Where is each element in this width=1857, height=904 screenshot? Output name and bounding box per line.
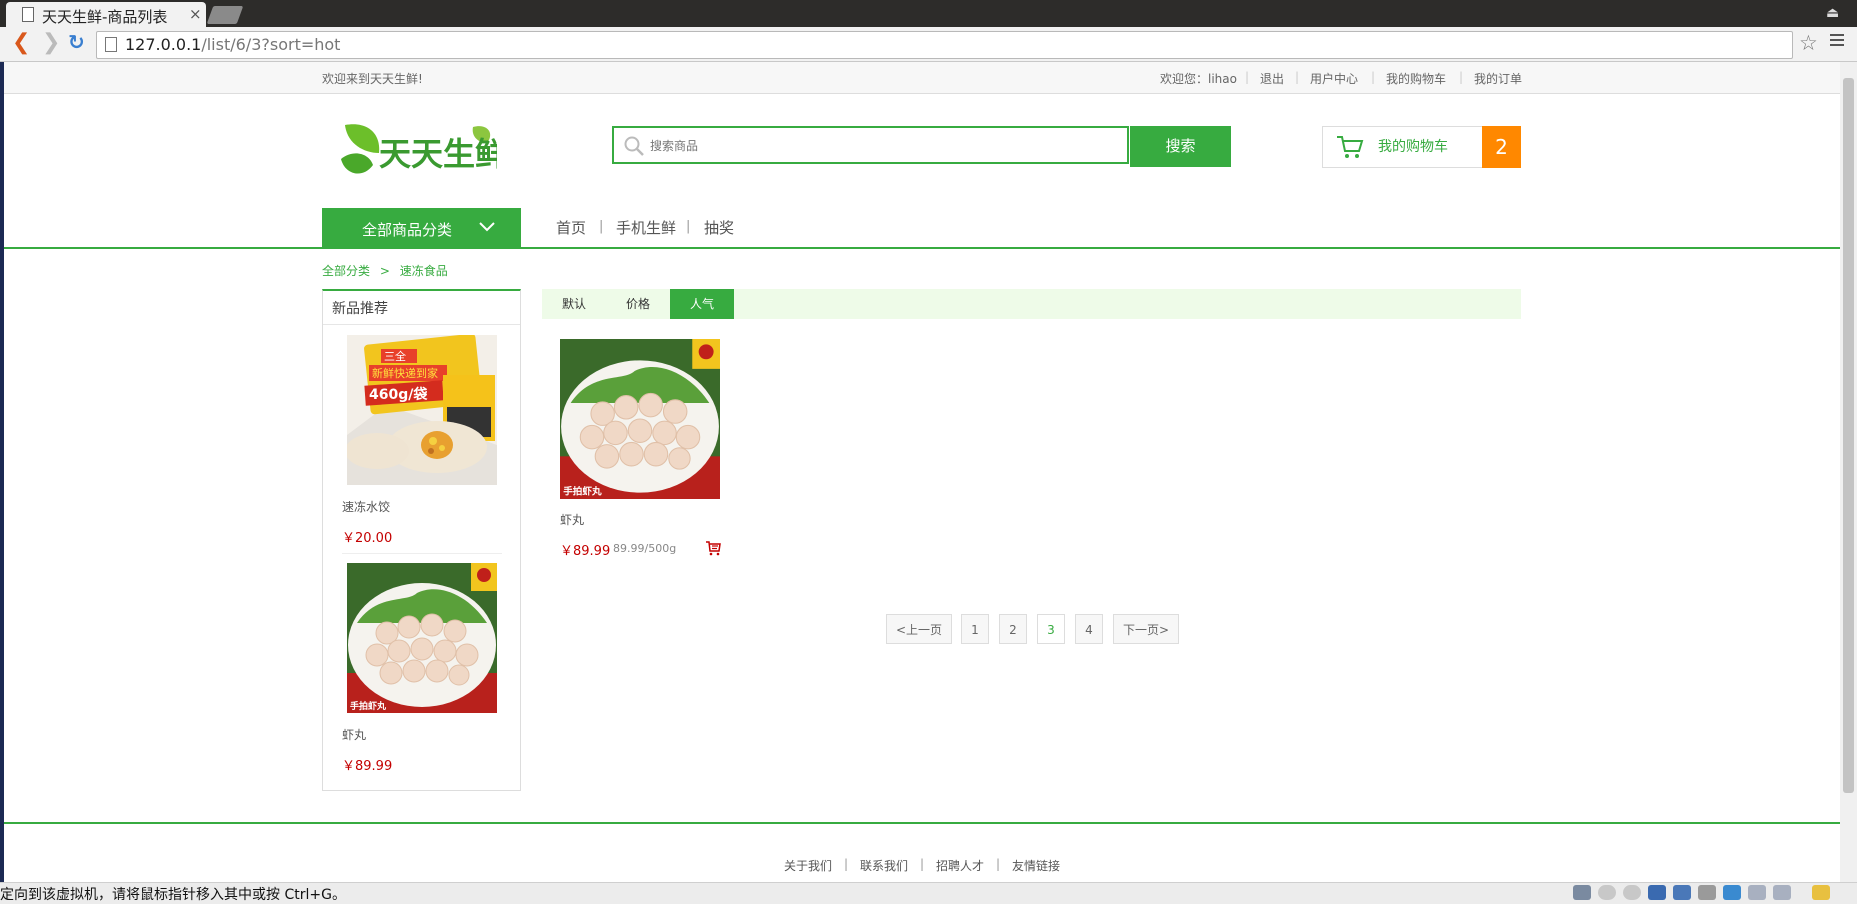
nav-separator: | bbox=[686, 219, 691, 234]
breadcrumb-root[interactable]: 全部分类 bbox=[322, 264, 370, 278]
cart-label[interactable]: 我的购物车 bbox=[1378, 136, 1448, 156]
search-field bbox=[612, 126, 1129, 164]
reload-icon[interactable]: ↻ bbox=[68, 30, 85, 54]
network-icon[interactable] bbox=[1673, 885, 1691, 900]
product-name[interactable]: 虾丸 bbox=[560, 511, 584, 528]
nav-lottery-link[interactable]: 抽奖 bbox=[704, 217, 734, 238]
svg-text:手拍虾丸: 手拍虾丸 bbox=[563, 486, 602, 498]
header-separator: | bbox=[1459, 70, 1464, 84]
message-icon[interactable] bbox=[1812, 885, 1830, 900]
sidebar-item-divider bbox=[342, 553, 502, 554]
nav-divider bbox=[4, 247, 1840, 249]
svg-text:新鲜快递到家: 新鲜快递到家 bbox=[372, 366, 438, 380]
page-icon bbox=[105, 37, 117, 52]
browser-tab[interactable]: 天天生鲜-商品列表 × bbox=[6, 2, 206, 27]
window-menu-icon[interactable]: ⏏ bbox=[1826, 5, 1839, 21]
product-image-shrimp-balls[interactable]: 手拍虾丸 bbox=[560, 339, 720, 499]
forward-arrow-icon[interactable]: ❯ bbox=[42, 30, 60, 55]
footer-about-link[interactable]: 关于我们 bbox=[784, 857, 832, 874]
tab-title: 天天生鲜-商品列表 bbox=[42, 8, 168, 26]
usb-icon[interactable] bbox=[1748, 885, 1766, 900]
tab-close-icon[interactable]: × bbox=[189, 5, 202, 23]
sidebar-product-price: ￥20.00 bbox=[342, 531, 393, 546]
cart-icon bbox=[1336, 134, 1364, 160]
page-3-button[interactable]: 3 bbox=[1037, 614, 1065, 644]
svg-text:手拍虾丸: 手拍虾丸 bbox=[350, 700, 387, 712]
page-icon bbox=[22, 7, 34, 22]
sort-price-tab[interactable]: 价格 bbox=[606, 289, 670, 319]
breadcrumb-separator: > bbox=[379, 264, 390, 278]
cd-icon[interactable] bbox=[1623, 885, 1641, 900]
page-viewport bbox=[4, 62, 1840, 882]
sort-default-tab[interactable]: 默认 bbox=[542, 289, 606, 319]
my-cart-link[interactable]: 我的购物车 bbox=[1386, 70, 1446, 87]
breadcrumb: 全部分类 > 速冻食品 bbox=[322, 262, 448, 279]
my-orders-link[interactable]: 我的订单 bbox=[1474, 70, 1522, 87]
nav-mobile-fresh-link[interactable]: 手机生鲜 bbox=[616, 217, 676, 238]
usb-icon[interactable] bbox=[1773, 885, 1791, 900]
header-separator: | bbox=[1371, 70, 1376, 84]
all-categories-label: 全部商品分类 bbox=[362, 221, 453, 239]
bookmark-star-icon[interactable]: ☆ bbox=[1799, 31, 1818, 55]
logout-link[interactable]: 退出 bbox=[1260, 70, 1284, 87]
prev-page-button[interactable]: <上一页 bbox=[886, 614, 952, 644]
cd-icon[interactable] bbox=[1598, 885, 1616, 900]
footer-divider bbox=[4, 822, 1840, 824]
browser-tab-strip bbox=[0, 0, 1857, 27]
url-text: 127.0.0.1/list/6/3?sort=hot bbox=[125, 35, 341, 54]
audio-icon[interactable] bbox=[1723, 885, 1741, 900]
footer-separator: | bbox=[844, 857, 849, 871]
footer-contact-link[interactable]: 联系我们 bbox=[860, 857, 908, 874]
site-top-bar bbox=[4, 62, 1840, 94]
product-price: ￥89.99 bbox=[560, 544, 611, 559]
back-arrow-icon[interactable]: ❮ bbox=[12, 30, 30, 55]
sidebar-product-name[interactable]: 虾丸 bbox=[342, 726, 366, 743]
user-greeting: 欢迎您：lihao bbox=[1160, 72, 1237, 86]
sidebar-product-name[interactable]: 速冻水饺 bbox=[342, 498, 390, 515]
product-image-shrimp-balls[interactable]: 手拍虾丸 bbox=[347, 563, 497, 713]
address-bar[interactable]: 127.0.0.1/list/6/3?sort=hot bbox=[96, 31, 1793, 59]
floppy-icon[interactable] bbox=[1648, 885, 1666, 900]
new-products-title: 新品推荐 bbox=[332, 301, 388, 317]
page-1-button[interactable]: 1 bbox=[961, 614, 989, 644]
search-button[interactable]: 搜索 bbox=[1130, 126, 1231, 167]
footer-links-link[interactable]: 友情链接 bbox=[1012, 857, 1060, 874]
add-to-cart-icon[interactable] bbox=[705, 540, 721, 556]
page-4-button[interactable]: 4 bbox=[1075, 614, 1103, 644]
breadcrumb-current[interactable]: 速冻食品 bbox=[400, 264, 448, 278]
logo-text: 天天生鲜 bbox=[379, 135, 497, 173]
svg-text:460g/袋: 460g/袋 bbox=[369, 386, 428, 403]
search-input[interactable] bbox=[648, 134, 1112, 158]
welcome-text: 欢迎来到天天生鲜! bbox=[322, 72, 423, 86]
product-image-dumplings[interactable]: 三全 新鲜快递到家 460g/袋 bbox=[347, 335, 497, 485]
footer-careers-link[interactable]: 招聘人才 bbox=[936, 857, 984, 874]
footer-separator: | bbox=[920, 857, 925, 871]
scrollbar-thumb[interactable] bbox=[1843, 78, 1854, 793]
panel-divider bbox=[323, 324, 520, 325]
sort-popularity-tab[interactable]: 人气 bbox=[670, 289, 734, 319]
cart-count-badge: 2 bbox=[1482, 126, 1521, 168]
chevron-down-icon bbox=[478, 220, 496, 234]
footer-separator: | bbox=[996, 857, 1001, 871]
user-center-link[interactable]: 用户中心 bbox=[1310, 70, 1358, 87]
vm-status-text: 定向到该虚拟机，请将鼠标指针移入其中或按 Ctrl+G。 bbox=[0, 887, 346, 903]
printer-icon[interactable] bbox=[1698, 885, 1716, 900]
search-icon bbox=[622, 134, 646, 158]
browser-menu-icon[interactable] bbox=[1830, 34, 1844, 49]
site-logo[interactable]: 天天生鲜 bbox=[337, 119, 497, 183]
nav-separator: | bbox=[599, 219, 604, 234]
nav-home-link[interactable]: 首页 bbox=[556, 217, 586, 238]
all-categories-button[interactable]: 全部商品分类 bbox=[322, 208, 521, 249]
header-separator: | bbox=[1245, 70, 1250, 84]
header-separator: | bbox=[1295, 70, 1300, 84]
hdd-icon[interactable] bbox=[1573, 885, 1591, 900]
sidebar-product-price: ￥89.99 bbox=[342, 759, 393, 774]
page-2-button[interactable]: 2 bbox=[999, 614, 1027, 644]
product-unit-price: 89.99/500g bbox=[613, 542, 677, 555]
next-page-button[interactable]: 下一页> bbox=[1113, 614, 1179, 644]
svg-text:三全: 三全 bbox=[384, 349, 406, 363]
